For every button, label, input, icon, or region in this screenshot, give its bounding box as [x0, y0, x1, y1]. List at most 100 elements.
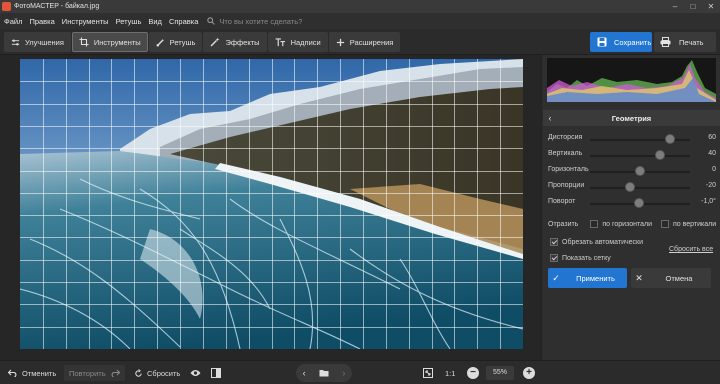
auto-crop-checkbox[interactable]	[550, 238, 558, 246]
menu-retouch[interactable]: Ретушь	[116, 17, 142, 26]
minimize-icon[interactable]: –	[666, 0, 684, 13]
reset-all-link[interactable]: Сбросить все	[669, 246, 713, 253]
zoom-in-icon[interactable]: +	[523, 367, 535, 379]
menu-help[interactable]: Справка	[169, 17, 198, 26]
tab-enhancements[interactable]: Улучшения	[4, 32, 71, 52]
eye-icon[interactable]	[190, 365, 201, 381]
text-icon	[275, 37, 285, 46]
maximize-icon[interactable]: □	[684, 0, 702, 13]
slider-vertical[interactable]: Вертикаль 40	[543, 147, 720, 163]
printer-icon	[660, 37, 671, 47]
histogram	[547, 58, 716, 102]
menu-file[interactable]: Файл	[4, 17, 22, 26]
cancel-button[interactable]: ✕ Отмена	[631, 268, 711, 288]
image-navigation: ‹ ›	[296, 364, 352, 382]
undo-button[interactable]: Отменить	[8, 365, 56, 381]
reflect-vertical-checkbox[interactable]	[660, 220, 669, 228]
slider-track[interactable]	[590, 139, 690, 141]
magic-wand-icon	[210, 37, 220, 47]
slider-track[interactable]	[590, 187, 690, 189]
slider-rotation[interactable]: Поворот -1,0°	[543, 195, 720, 211]
slider-label: Пропорции	[548, 182, 585, 189]
slider-label: Дисторсия	[548, 134, 583, 141]
fit-screen-icon[interactable]	[423, 365, 433, 381]
window-controls: – □ ✕	[666, 0, 720, 13]
auto-crop-label: Обрезать автоматически	[562, 238, 643, 246]
photo-preview[interactable]	[20, 59, 523, 349]
back-arrow-icon[interactable]: ‹	[543, 113, 557, 123]
zoom-level[interactable]: 55%	[486, 366, 514, 380]
checkmark-icon: ✓	[552, 272, 560, 283]
slider-proportions[interactable]: Пропорции -20	[543, 179, 720, 195]
brush-icon	[156, 38, 164, 46]
plus-icon	[336, 38, 344, 46]
tab-retouch[interactable]: Ретушь	[148, 32, 203, 52]
slider-distortion[interactable]: Дисторсия 60	[543, 131, 720, 147]
tab-label: Надписи	[290, 37, 321, 47]
slider-handle[interactable]	[636, 167, 644, 175]
show-grid-checkbox[interactable]	[550, 254, 558, 262]
tab-label: Эффекты	[225, 37, 260, 47]
window-title: ФотоМАСТЕР - байкал.jpg	[14, 3, 100, 10]
compare-icon[interactable]	[211, 365, 221, 381]
save-button[interactable]: Сохранить	[590, 32, 652, 52]
title-bar: ФотоМАСТЕР - байкал.jpg – □ ✕	[0, 0, 720, 13]
photo-canvas[interactable]	[0, 55, 542, 360]
close-icon[interactable]: ✕	[702, 0, 720, 13]
tab-tools[interactable]: Инструменты	[71, 32, 148, 52]
folder-icon[interactable]	[319, 369, 329, 377]
menu-edit[interactable]: Правка	[29, 17, 54, 26]
chevron-left-icon[interactable]: ‹	[303, 368, 306, 378]
actual-size-button[interactable]: 1:1	[445, 365, 455, 381]
reset-label: Сбросить	[147, 368, 181, 378]
chevron-right-icon[interactable]: ›	[342, 368, 345, 378]
actual-size-label: 1:1	[445, 368, 456, 378]
print-label: Печать	[679, 37, 704, 47]
slider-value: 0	[712, 166, 716, 173]
slider-track[interactable]	[590, 155, 690, 157]
tab-text[interactable]: Надписи	[267, 32, 328, 52]
reflect-label: Отразить	[548, 220, 579, 228]
panel-header: ‹ Геометрия	[543, 110, 720, 126]
panel-title: Геометрия	[611, 113, 652, 123]
show-grid-label: Показать сетку	[562, 254, 611, 262]
redo-button[interactable]: Повторить	[64, 365, 125, 381]
grid-overlay	[20, 59, 523, 349]
menu-tools[interactable]: Инструменты	[62, 17, 109, 26]
reset-icon	[135, 368, 142, 377]
tab-label: Ретушь	[169, 37, 196, 47]
tab-extensions[interactable]: Расширения	[328, 32, 401, 52]
reflect-vertical-label[interactable]: по вертикали	[673, 221, 716, 228]
tab-label: Улучшения	[25, 37, 64, 47]
slider-handle[interactable]	[626, 183, 634, 191]
reflect-horizontal-label[interactable]: по горизонтали	[602, 221, 652, 228]
slider-horizontal[interactable]: Горизонталь 0	[543, 163, 720, 179]
bottom-bar: Отменить Повторить Сбросить ‹ › 1:1 − 55…	[0, 360, 720, 384]
tab-label: Расширения	[349, 37, 394, 47]
undo-label: Отменить	[22, 368, 57, 378]
tab-effects[interactable]: Эффекты	[203, 32, 267, 52]
slider-handle[interactable]	[666, 135, 674, 143]
auto-crop-option[interactable]: Обрезать автоматически	[550, 238, 643, 246]
apply-button[interactable]: ✓ Применить	[548, 268, 627, 288]
slider-handle[interactable]	[656, 151, 664, 159]
print-button[interactable]: Печать	[654, 32, 716, 52]
redo-icon	[111, 369, 120, 377]
show-grid-option[interactable]: Показать сетку	[550, 254, 611, 262]
search-placeholder: Что вы хотите сделать?	[219, 16, 303, 26]
slider-value: -1,0°	[701, 198, 716, 205]
close-icon: ✕	[635, 272, 643, 283]
zoom-out-icon[interactable]: −	[467, 367, 479, 379]
reflect-horizontal-checkbox[interactable]	[590, 220, 599, 228]
reset-button[interactable]: Сбросить	[134, 365, 180, 381]
slider-handle[interactable]	[635, 199, 643, 207]
menu-view[interactable]: Вид	[148, 17, 162, 26]
crop-icon	[79, 37, 89, 47]
floppy-disk-icon	[597, 37, 607, 47]
slider-label: Поворот	[548, 198, 576, 205]
menu-search[interactable]: Что вы хотите сделать?	[207, 17, 302, 26]
tab-label: Инструменты	[93, 37, 141, 47]
sliders-icon	[11, 39, 20, 45]
save-label: Сохранить	[614, 37, 652, 47]
redo-label: Повторить	[69, 368, 106, 378]
